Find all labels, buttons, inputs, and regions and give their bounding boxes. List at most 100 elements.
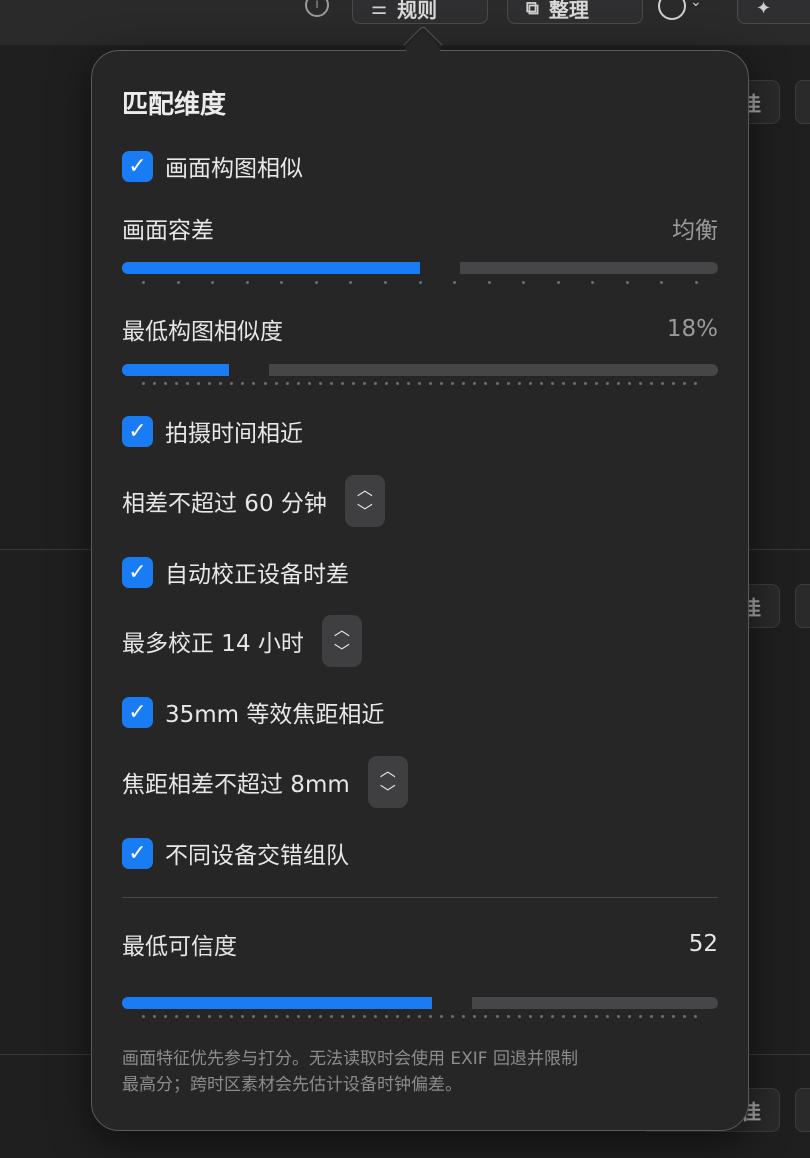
chevron-up-icon[interactable]: ︿ bbox=[334, 619, 350, 641]
slider-tick bbox=[605, 382, 609, 385]
slider-tick bbox=[683, 382, 687, 385]
tolerance-slider[interactable] bbox=[122, 260, 718, 276]
slider-tick bbox=[583, 1015, 587, 1018]
rules-button[interactable]: ⚌ 规则 bbox=[352, 0, 488, 24]
slider-ticks bbox=[142, 281, 698, 285]
slider-tick bbox=[539, 1015, 543, 1018]
slider-tick bbox=[142, 281, 145, 284]
info-icon[interactable]: i bbox=[305, 0, 329, 17]
slider-tick bbox=[329, 1015, 333, 1018]
slider-tick bbox=[285, 1015, 289, 1018]
slider-tick bbox=[594, 1015, 598, 1018]
chevron-down-icon[interactable]: ﹀ bbox=[380, 782, 396, 804]
slider-tick bbox=[208, 382, 212, 385]
slider-tick bbox=[396, 1015, 400, 1018]
time-diff-row: 相差不超过 60 分钟 ︿ ﹀ bbox=[122, 475, 385, 527]
time-checkbox-label: 拍摄时间相近 bbox=[165, 421, 303, 447]
slider-tick bbox=[650, 1015, 654, 1018]
chevron-up-icon[interactable]: ︿ bbox=[357, 479, 373, 501]
slider-tick bbox=[197, 382, 201, 385]
row-more-button[interactable] bbox=[795, 80, 810, 124]
slider-tick bbox=[340, 382, 344, 385]
slider-tick bbox=[252, 1015, 256, 1018]
chevron-down-icon[interactable]: ⌄ bbox=[690, 0, 702, 10]
slider-tick bbox=[280, 281, 284, 284]
min-similarity-row: 最低构图相似度 18% bbox=[122, 313, 718, 345]
slider-tick bbox=[462, 382, 466, 385]
slider-tick bbox=[153, 382, 157, 385]
slider-tick bbox=[517, 1015, 521, 1018]
focal-checkbox-row[interactable]: ✓ 35mm 等效焦距相近 bbox=[122, 696, 384, 728]
min-similarity-slider[interactable] bbox=[122, 362, 718, 378]
slider-tick bbox=[164, 1015, 168, 1018]
slider-tick bbox=[208, 1015, 212, 1018]
stepper-up-down-icon[interactable]: ︿ ﹀ bbox=[321, 615, 362, 667]
slider-tick bbox=[351, 1015, 355, 1018]
checkmark-icon[interactable]: ✓ bbox=[122, 696, 153, 728]
checkmark-icon[interactable]: ✓ bbox=[122, 150, 153, 182]
interleave-checkbox-row[interactable]: ✓ 不同设备交错组队 bbox=[122, 837, 349, 869]
slider-tick bbox=[373, 382, 377, 385]
slider-tick bbox=[307, 1015, 311, 1018]
rules-button-label: 规则 bbox=[397, 0, 438, 22]
slider-tick bbox=[245, 281, 249, 284]
tolerance-row: 画面容差 均衡 bbox=[122, 212, 718, 244]
stepper-up-down-icon[interactable]: ︿ ﹀ bbox=[344, 475, 385, 527]
slider-tick bbox=[351, 382, 355, 385]
slider-tick bbox=[385, 382, 389, 385]
slider-tick bbox=[307, 382, 311, 385]
slider-tick bbox=[274, 382, 278, 385]
status-circle-icon[interactable] bbox=[658, 0, 686, 20]
slider-tick bbox=[639, 382, 643, 385]
slider-tick bbox=[211, 281, 215, 284]
row-more-button[interactable] bbox=[795, 584, 810, 628]
auto-correct-checkbox-row[interactable]: ✓ 自动校正设备时差 bbox=[122, 556, 349, 588]
checkmark-icon[interactable]: ✓ bbox=[122, 556, 153, 588]
slider-tick bbox=[440, 382, 444, 385]
checkmark-icon[interactable]: ✓ bbox=[122, 415, 153, 447]
slider-tick bbox=[550, 1015, 554, 1018]
row-more-button[interactable] bbox=[795, 1088, 810, 1132]
slider-tick bbox=[285, 382, 289, 385]
confidence-slider[interactable] bbox=[122, 995, 718, 1011]
slider-thumb[interactable] bbox=[229, 362, 269, 378]
interleave-checkbox-label: 不同设备交错组队 bbox=[165, 843, 349, 869]
slider-tick bbox=[561, 1015, 565, 1018]
section-divider bbox=[122, 897, 718, 898]
slider-tick bbox=[219, 382, 223, 385]
checkmark-icon[interactable]: ✓ bbox=[122, 837, 153, 869]
slider-tick bbox=[318, 1015, 322, 1018]
slider-tick bbox=[176, 281, 180, 284]
slider-tick bbox=[164, 382, 168, 385]
slider-tick bbox=[661, 1015, 665, 1018]
slider-tick bbox=[318, 382, 322, 385]
slider-tick bbox=[572, 1015, 576, 1018]
stepper-up-down-icon[interactable]: ︿ ﹀ bbox=[367, 756, 408, 808]
organize-button[interactable]: ⧉ 整理 bbox=[507, 0, 643, 24]
ai-button[interactable]: ✦ bbox=[737, 0, 810, 24]
time-checkbox-row[interactable]: ✓ 拍摄时间相近 bbox=[122, 415, 303, 447]
slider-tick bbox=[639, 1015, 643, 1018]
chevron-up-icon[interactable]: ︿ bbox=[380, 760, 396, 782]
slider-tick bbox=[314, 281, 318, 284]
slider-tick bbox=[660, 281, 664, 284]
slider-ticks bbox=[142, 382, 698, 386]
slider-tick bbox=[572, 382, 576, 385]
tolerance-label: 画面容差 bbox=[122, 218, 214, 244]
auto-correct-checkbox-label: 自动校正设备时差 bbox=[165, 562, 349, 588]
slider-fill bbox=[122, 997, 432, 1009]
chevron-down-icon[interactable]: ﹀ bbox=[334, 641, 350, 663]
slider-tick bbox=[186, 1015, 190, 1018]
slider-tick bbox=[175, 1015, 179, 1018]
slider-tick bbox=[617, 382, 621, 385]
slider-thumb[interactable] bbox=[420, 260, 460, 276]
slider-tick bbox=[561, 382, 565, 385]
slider-tick bbox=[362, 1015, 366, 1018]
slider-tick bbox=[329, 382, 333, 385]
chevron-down-icon[interactable]: ﹀ bbox=[357, 501, 373, 523]
slider-tick bbox=[672, 382, 676, 385]
focal-checkbox-label: 35mm 等效焦距相近 bbox=[165, 702, 385, 728]
slider-thumb[interactable] bbox=[432, 995, 472, 1011]
slider-tick bbox=[528, 1015, 532, 1018]
composition-checkbox-row[interactable]: ✓ 画面构图相似 bbox=[122, 150, 303, 182]
